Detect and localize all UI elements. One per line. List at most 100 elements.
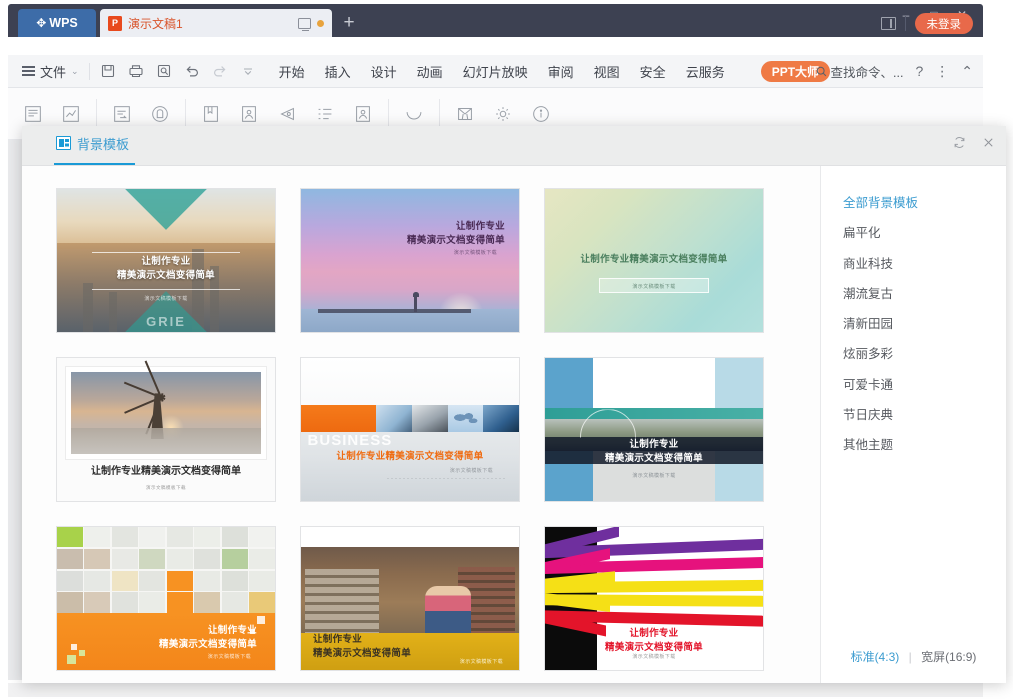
aspect-standard-button[interactable]: 标准(4:3)	[851, 650, 900, 664]
template-title-line1: 让制作专业	[629, 628, 678, 639]
template-title-line1: 让制作专业	[629, 439, 678, 450]
slide-note-icon[interactable]	[111, 103, 133, 125]
redo-icon[interactable]	[212, 63, 229, 80]
print-preview-icon[interactable]	[156, 63, 173, 80]
info-icon[interactable]	[530, 103, 552, 125]
template-card-green-gradient[interactable]: 让制作专业精美演示文档变得简单 演示文稿模板下载	[544, 188, 764, 333]
category-sidebar: 全部背景模板 扁平化 商业科技 潮流复古 清新田园 炫丽多彩 可爱卡通 节日庆典…	[820, 166, 1006, 683]
template-thumbnail: 让制作专业 精美演示文档变得简单 演示文稿模板下载 GRIE	[57, 189, 275, 332]
template-title-line2: 精美演示文档变得简单	[605, 642, 703, 653]
help-icon[interactable]: ?	[915, 63, 923, 79]
nav-pointer-icon[interactable]	[276, 103, 298, 125]
template-thumbnail: BUSINESS 让制作专业精美演示文档变得简单 演示文稿模板下载	[301, 358, 519, 501]
split-view-icon[interactable]	[881, 17, 896, 30]
tab-security[interactable]: 安全	[640, 62, 666, 81]
template-title-line2: 精美演示文档变得简单	[159, 639, 257, 650]
sidebar-item-other[interactable]: 其他主题	[821, 430, 1006, 460]
template-title-line1: 让制作专业	[141, 256, 190, 267]
bullet-list-icon[interactable]	[314, 103, 336, 125]
chart-tool-icon[interactable]	[60, 103, 82, 125]
unsaved-dot-icon	[317, 20, 324, 27]
gear-icon[interactable]	[492, 103, 514, 125]
monitor-icon[interactable]	[298, 18, 311, 29]
login-button[interactable]: 未登录	[915, 13, 974, 34]
template-thumbnail: 让制作专业精美演示文档变得简单 演示文稿模板下载	[57, 358, 275, 501]
aspect-widescreen-button[interactable]: 宽屏(16:9)	[921, 650, 976, 664]
sidebar-item-retro[interactable]: 潮流复古	[821, 279, 1006, 309]
tab-design[interactable]: 设计	[371, 62, 397, 81]
template-card-business-orange-strip[interactable]: BUSINESS 让制作专业精美演示文档变得简单 演示文稿模板下载	[300, 357, 520, 502]
undo-icon[interactable]	[184, 63, 201, 80]
template-card-blue-band-landscape[interactable]: 让制作专业 精美演示文档变得简单 演示文稿模板下载	[544, 357, 764, 502]
file-menu-label: 文件	[40, 62, 66, 81]
search-label: 查找命令、...	[831, 62, 904, 81]
collapse-ribbon-icon[interactable]: ⌃	[961, 63, 973, 80]
search-command-box[interactable]: 查找命令、...	[815, 62, 904, 81]
ppt-file-icon: P	[108, 16, 122, 31]
smile-icon[interactable]	[403, 103, 425, 125]
template-card-orange-mosaic[interactable]: 让制作专业 精美演示文档变得简单 演示文稿模板下载	[56, 526, 276, 671]
template-subtitle: 演示文稿模板下载	[57, 295, 275, 302]
chevron-down-icon: ⌄	[71, 66, 79, 77]
tab-start[interactable]: 开始	[279, 62, 305, 81]
sidebar-item-all-templates[interactable]: 全部背景模板	[821, 188, 1006, 218]
person-frame-icon[interactable]	[352, 103, 374, 125]
sidebar-item-pastoral[interactable]: 清新田园	[821, 309, 1006, 339]
template-subtitle: 演示文稿模板下载	[545, 653, 763, 660]
portrait-frame-icon[interactable]	[238, 103, 260, 125]
template-thumbnail: 让制作专业 精美演示文档变得简单 演示文稿模板下载	[545, 527, 763, 670]
new-tab-button[interactable]: +	[332, 9, 366, 37]
more-options-icon[interactable]: ⋮	[935, 63, 949, 80]
template-card-cityscape-chevron[interactable]: 让制作专业 精美演示文档变得简单 演示文稿模板下载 GRIE	[56, 188, 276, 333]
aspect-ratio-switcher: 标准(4:3) | 宽屏(16:9)	[821, 648, 1006, 683]
divider	[89, 63, 90, 80]
document-tab[interactable]: P 演示文稿1	[100, 9, 332, 37]
tab-animation[interactable]: 动画	[417, 62, 443, 81]
template-subtitle: 演示文稿模板下载	[301, 249, 519, 256]
tab-view[interactable]: 视图	[594, 62, 620, 81]
dialog-header: 背景模板	[22, 126, 1006, 166]
sidebar-item-festival[interactable]: 节日庆典	[821, 400, 1006, 430]
background-template-dialog: 背景模板	[22, 126, 1006, 683]
customize-caret-icon[interactable]	[240, 63, 257, 80]
shirt-template-icon[interactable]	[149, 103, 171, 125]
tab-review[interactable]: 审阅	[548, 62, 574, 81]
tab-insert[interactable]: 插入	[325, 62, 351, 81]
template-card-sunset-lighthouse[interactable]: 让制作专业 精美演示文档变得简单 演示文稿模板下载	[300, 188, 520, 333]
save-icon[interactable]	[100, 63, 117, 80]
wps-presentation-window: ✥ WPS P 演示文稿1 + – □ ✕ 未登录 文件 ⌄	[0, 0, 1013, 699]
file-menu-button[interactable]: 文件 ⌄	[22, 62, 79, 81]
tab-cloud-service[interactable]: 云服务	[686, 62, 725, 81]
template-title-line1: 让制作专业精美演示文档变得简单	[301, 450, 519, 464]
sidebar-item-cartoon[interactable]: 可爱卡通	[821, 370, 1006, 400]
title-bar: ✥ WPS P 演示文稿1 + – □ ✕ 未登录	[8, 4, 983, 37]
template-brand-text: GRIE	[57, 314, 275, 329]
menu-bar: 文件 ⌄ 开始 插入 设计 动画 幻灯片放映 审阅 视图 安全 云服务 PPT大…	[8, 55, 983, 88]
template-card-color-ribbons[interactable]: 让制作专业 精美演示文档变得简单 演示文稿模板下载	[544, 526, 764, 671]
divider	[905, 16, 906, 31]
dialog-tab-label: 背景模板	[77, 134, 129, 153]
template-title-line2: 精美演示文档变得简单	[407, 235, 505, 246]
wps-home-button[interactable]: ✥ WPS	[18, 9, 96, 37]
template-card-windmill-frame[interactable]: 让制作专业精美演示文档变得简单 演示文稿模板下载	[56, 357, 276, 502]
titlebar-actions: 未登录	[881, 13, 974, 34]
tab-background-template[interactable]: 背景模板	[54, 126, 135, 165]
tab-slideshow[interactable]: 幻灯片放映	[463, 62, 528, 81]
sidebar-item-business-tech[interactable]: 商业科技	[821, 249, 1006, 279]
banner-icon[interactable]	[200, 103, 222, 125]
sidebar-item-flat[interactable]: 扁平化	[821, 218, 1006, 248]
envelope-icon[interactable]	[454, 103, 476, 125]
template-thumbnail: 让制作专业 精美演示文档变得简单 演示文稿模板下载	[545, 358, 763, 501]
template-card-library-gold[interactable]: 让制作专业 精美演示文档变得简单 演示文稿模板下载	[300, 526, 520, 671]
wps-label: WPS	[49, 16, 77, 30]
document-tab-label: 演示文稿1	[128, 15, 292, 32]
hamburger-icon	[22, 66, 35, 76]
sidebar-item-colorful[interactable]: 炫丽多彩	[821, 339, 1006, 369]
template-thumbnail: 让制作专业精美演示文档变得简单 演示文稿模板下载	[545, 189, 763, 332]
text-layout-icon[interactable]	[22, 103, 44, 125]
refresh-icon[interactable]	[952, 135, 967, 155]
template-ghost-text: BUSINESS	[308, 432, 393, 449]
close-icon[interactable]	[981, 135, 996, 155]
print-icon[interactable]	[128, 63, 145, 80]
menubar-right-actions: 查找命令、... ? ⋮ ⌃	[815, 62, 973, 81]
